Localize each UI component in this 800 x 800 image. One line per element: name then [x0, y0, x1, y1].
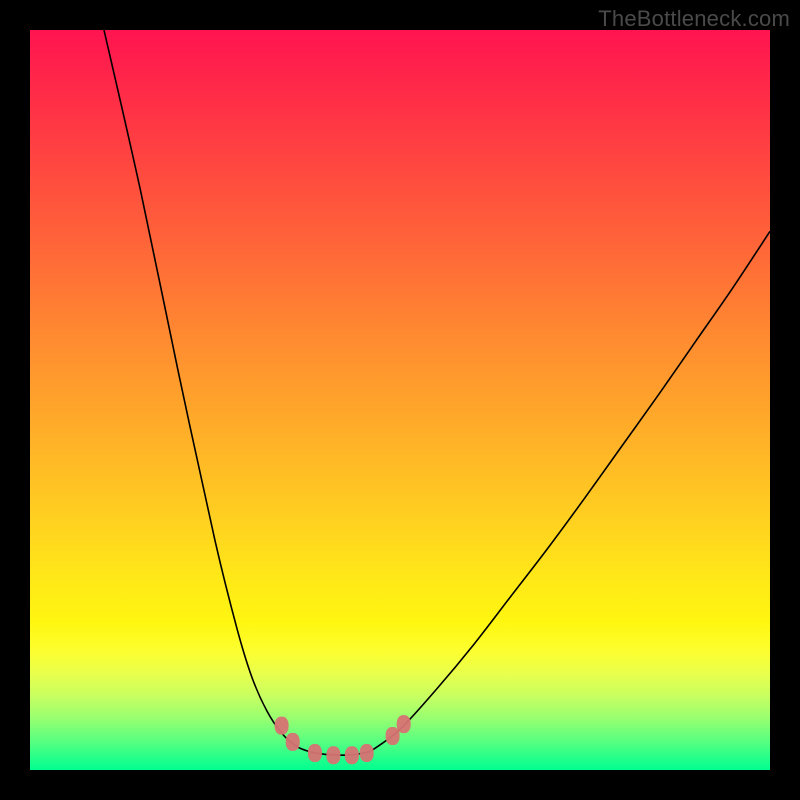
data-marker [286, 733, 300, 751]
data-marker [326, 746, 340, 764]
markers-group [275, 715, 411, 764]
plot-area [30, 30, 770, 770]
data-marker [275, 717, 289, 735]
watermark-label: TheBottleneck.com [598, 6, 790, 32]
data-marker [308, 744, 322, 762]
chart-svg [30, 30, 770, 770]
data-marker [360, 744, 374, 762]
data-marker [386, 727, 400, 745]
chart-container: TheBottleneck.com [0, 0, 800, 800]
data-marker [397, 715, 411, 733]
curve-right-branch [370, 231, 770, 751]
curve-left-branch [104, 30, 311, 752]
data-marker [345, 746, 359, 764]
